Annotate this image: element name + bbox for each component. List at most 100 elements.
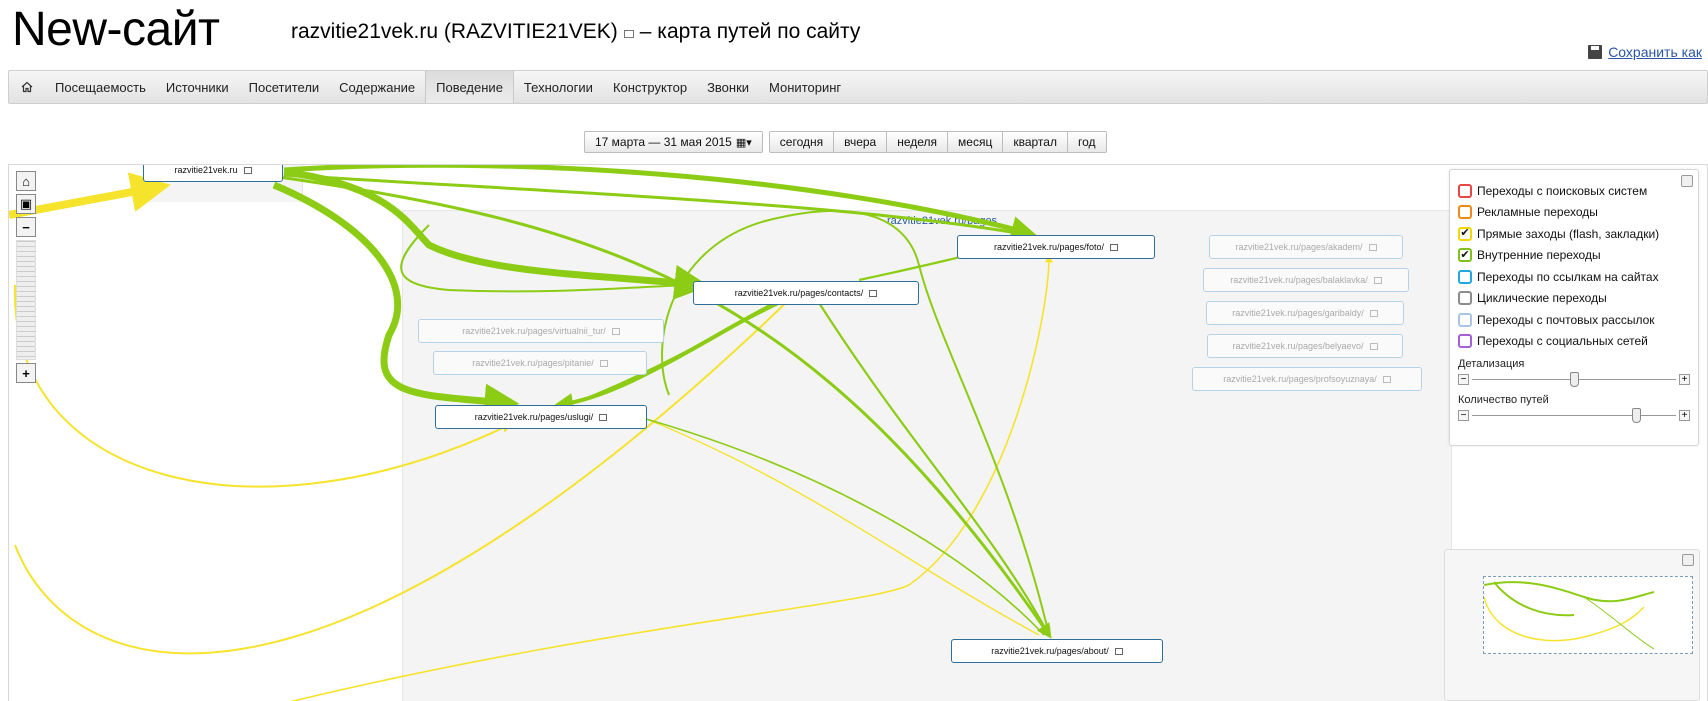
home-icon[interactable]: ⌂: [16, 171, 36, 191]
flow-contacts-uslugi: [553, 289, 800, 413]
node-pitanie[interactable]: razvitie21vek.ru/pages/pitanie/: [433, 351, 647, 375]
node-balaklavka[interactable]: razvitie21vek.ru/pages/balaklavka/: [1203, 268, 1409, 292]
checkbox[interactable]: [1458, 269, 1472, 284]
legend-item-ads[interactable]: Рекламные переходы: [1458, 202, 1690, 224]
checkbox[interactable]: [1458, 334, 1472, 349]
counter-name[interactable]: razvitie21vek.ru (RAZVITIE21VEK): [291, 20, 618, 44]
fit-view-icon[interactable]: ▣: [16, 194, 36, 214]
external-link-icon[interactable]: [243, 166, 252, 174]
node-belyaevo[interactable]: razvitie21vek.ru/pages/belyaevo/: [1207, 334, 1403, 358]
minimap-preview: [1483, 581, 1655, 650]
legend-item-direct[interactable]: ✔ Прямые заходы (flash, закладки): [1458, 223, 1690, 245]
minimize-icon[interactable]: [1682, 554, 1694, 566]
save-as-link[interactable]: Сохранить как: [1608, 44, 1702, 60]
node-contacts[interactable]: razvitie21vek.ru/pages/contacts/: [693, 281, 919, 305]
menu-item-calls[interactable]: Звонки: [697, 71, 759, 103]
map-zoom-controls: ⌂ ▣ − +: [16, 171, 38, 386]
flow-root-about: [278, 175, 1052, 639]
flow-direct-uslugi: [13, 284, 512, 488]
minus-icon[interactable]: −: [1458, 374, 1469, 385]
minus-icon[interactable]: −: [1458, 410, 1469, 421]
external-link-icon[interactable]: [869, 289, 878, 297]
node-foto[interactable]: razvitie21vek.ru/pages/foto/: [957, 235, 1155, 259]
plus-icon[interactable]: +: [1679, 374, 1690, 385]
zoom-out-button[interactable]: −: [16, 217, 36, 237]
preset-week[interactable]: неделя: [886, 131, 949, 153]
flow-root-foto: [283, 165, 1037, 241]
minimap-viewport[interactable]: [1483, 576, 1693, 654]
date-range-picker[interactable]: 17 марта — 31 мая 2015 ▦▾: [584, 131, 763, 153]
menu-item-traffic[interactable]: Посещаемость: [45, 71, 156, 103]
node-garibaldy-label: razvitie21vek.ru/pages/garibaldy/: [1232, 308, 1364, 318]
home-icon[interactable]: [9, 71, 45, 103]
checkbox[interactable]: [1458, 205, 1472, 220]
external-link-icon[interactable]: [599, 359, 608, 367]
external-link-icon[interactable]: [1368, 243, 1377, 251]
legend-item-search[interactable]: Переходы с поисковых систем: [1458, 180, 1690, 202]
legend-label: Переходы с социальных сетей: [1477, 334, 1648, 349]
preset-yesterday[interactable]: вчера: [833, 131, 888, 153]
node-foto-label: razvitie21vek.ru/pages/foto/: [993, 242, 1105, 252]
detail-slider[interactable]: − +: [1458, 372, 1690, 388]
node-uslugi[interactable]: razvitie21vek.ru/pages/uslugi/: [435, 405, 647, 429]
node-uslugi-label: razvitie21vek.ru/pages/uslugi/: [474, 412, 594, 422]
checkbox-checked[interactable]: ✔: [1458, 248, 1472, 263]
external-link-icon[interactable]: [611, 327, 620, 335]
menu-item-behavior[interactable]: Поведение: [425, 71, 514, 103]
plus-icon[interactable]: +: [1679, 410, 1690, 421]
legend-item-cyclic[interactable]: Циклические переходы: [1458, 288, 1690, 310]
node-pitanie-label: razvitie21vek.ru/pages/pitanie/: [472, 358, 594, 368]
flow-uslugi-about: [638, 416, 1045, 636]
node-root-label: razvitie21vek.ru: [174, 165, 238, 175]
slider-knob[interactable]: [1570, 372, 1579, 387]
flow-direct-foto: [289, 254, 1053, 701]
menu-item-technologies[interactable]: Технологии: [514, 71, 603, 103]
menu-item-monitoring[interactable]: Мониторинг: [759, 71, 851, 103]
slider-knob[interactable]: [1632, 408, 1641, 423]
minimize-icon[interactable]: [1681, 175, 1693, 187]
menu-item-constructor[interactable]: Конструктор: [603, 71, 697, 103]
external-link-icon[interactable]: [623, 30, 634, 38]
checkbox[interactable]: [1458, 291, 1472, 306]
preset-year[interactable]: год: [1066, 131, 1107, 153]
site-title: New-сайт: [12, 3, 220, 56]
zoom-in-button[interactable]: +: [16, 363, 36, 383]
legend-item-social[interactable]: Переходы с социальных сетей: [1458, 331, 1690, 353]
node-virtualnii-tur-label: razvitie21vek.ru/pages/virtualnii_tur/: [462, 326, 606, 336]
legend-label: Переходы с поисковых систем: [1477, 183, 1648, 198]
node-root[interactable]: razvitie21vek.ru: [143, 165, 283, 182]
external-link-icon[interactable]: [599, 413, 608, 421]
legend-item-internal[interactable]: ✔ Внутренние переходы: [1458, 245, 1690, 267]
save-as[interactable]: Сохранить как: [1588, 44, 1702, 60]
node-about[interactable]: razvitie21vek.ru/pages/about/: [951, 639, 1163, 663]
preset-quarter[interactable]: квартал: [1002, 131, 1068, 153]
external-link-icon[interactable]: [1369, 342, 1378, 350]
checkbox[interactable]: [1458, 312, 1472, 327]
menu-item-sources[interactable]: Источники: [156, 71, 239, 103]
external-link-icon[interactable]: [1110, 243, 1119, 251]
preset-today[interactable]: сегодня: [768, 131, 835, 153]
node-profsoyuznaya[interactable]: razvitie21vek.ru/pages/profsoyuznaya/: [1192, 367, 1422, 391]
node-virtualnii-tur[interactable]: razvitie21vek.ru/pages/virtualnii_tur/: [418, 319, 664, 343]
paths-slider[interactable]: − +: [1458, 408, 1690, 424]
legend-item-email[interactable]: Переходы с почтовых рассылок: [1458, 309, 1690, 331]
legend-label: Рекламные переходы: [1477, 205, 1598, 220]
node-garibaldy[interactable]: razvitie21vek.ru/pages/garibaldy/: [1206, 301, 1404, 325]
flow-big-loop: [661, 209, 1050, 636]
legend-item-links[interactable]: Переходы по ссылкам на сайтах: [1458, 266, 1690, 288]
menu-item-content[interactable]: Содержание: [329, 71, 425, 103]
external-link-icon[interactable]: [1114, 647, 1123, 655]
external-link-icon[interactable]: [1382, 375, 1391, 383]
checkbox[interactable]: [1458, 183, 1472, 198]
checkbox-checked[interactable]: ✔: [1458, 226, 1472, 241]
flow-root-foto-2: [283, 173, 1030, 237]
legend-label: Переходы с почтовых рассылок: [1477, 312, 1655, 327]
node-akadem[interactable]: razvitie21vek.ru/pages/akadem/: [1209, 235, 1403, 259]
minimap[interactable]: [1444, 549, 1700, 701]
zoom-slider[interactable]: [16, 240, 36, 360]
menu-item-visitors[interactable]: Посетители: [239, 71, 330, 103]
preset-month[interactable]: месяц: [947, 131, 1004, 153]
external-link-icon[interactable]: [1373, 276, 1382, 284]
node-profsoyuznaya-label: razvitie21vek.ru/pages/profsoyuznaya/: [1223, 374, 1377, 384]
external-link-icon[interactable]: [1369, 309, 1378, 317]
